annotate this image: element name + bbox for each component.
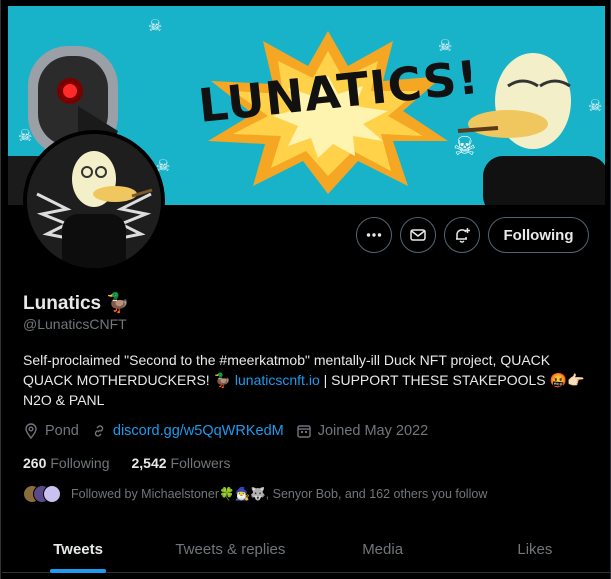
followers-label: Followers	[170, 455, 231, 471]
skull-icon: ☠	[438, 38, 453, 55]
message-button[interactable]	[400, 217, 436, 253]
skull-icon: ☠	[588, 98, 603, 115]
smoking-duck-graphic	[457, 53, 605, 205]
profile-name: Lunatics 🦆	[23, 293, 131, 314]
tab-label: Tweets & replies	[175, 541, 286, 558]
joined-text: Joined May 2022	[317, 423, 429, 439]
profile-bio: Self-proclaimed "Second to the #meerkatm…	[23, 350, 593, 410]
profile-tabs: Tweets Tweets & replies Media Likes	[2, 527, 611, 573]
profile-stats: 260 Following 2,542 Followers	[23, 455, 252, 471]
following-count: 260	[23, 455, 47, 471]
followers-stat[interactable]: 2,542 Followers	[132, 455, 231, 471]
more-icon	[366, 233, 382, 237]
duck-avatar-graphic	[27, 134, 161, 268]
skull-icon: ☠	[148, 18, 163, 35]
tab-label: Media	[362, 541, 404, 558]
bio-link[interactable]: lunaticscnft.io	[235, 372, 320, 388]
website: discord.gg/w5QqWRKedM	[91, 423, 284, 439]
profile-handle: @LunaticsCNFT	[23, 316, 127, 332]
active-tab-indicator	[50, 569, 107, 573]
tab-label: Tweets	[53, 541, 103, 558]
profile-frame: LUNATICS! ☠ ☠ ☠ ☠ ☠ ☠ Following Lunatics…	[0, 0, 611, 579]
message-icon	[410, 229, 426, 241]
tab-tweets[interactable]: Tweets	[2, 527, 154, 573]
calendar-icon	[296, 423, 312, 439]
tab-label: Likes	[517, 541, 553, 558]
skull-icon: ☠	[453, 131, 477, 161]
notify-icon	[456, 228, 470, 243]
tab-likes[interactable]: Likes	[459, 527, 611, 572]
tab-media[interactable]: Media	[307, 527, 459, 572]
profile-meta: Pond discord.gg/w5QqWRKedM Joined May 20…	[23, 423, 440, 439]
followed-by[interactable]: Followed by Michaelstoner🍀🧙‍♂️🐺, Senyor …	[23, 485, 487, 503]
link-icon	[91, 423, 107, 439]
followers-count: 2,542	[131, 455, 167, 471]
notify-button[interactable]	[444, 217, 480, 253]
following-button[interactable]: Following	[488, 217, 589, 253]
following-stat[interactable]: 260 Following	[23, 455, 110, 471]
avatar-image	[27, 134, 161, 268]
following-label: Following	[50, 455, 110, 471]
followed-by-text: Followed by Michaelstoner🍀🧙‍♂️🐺, Senyor …	[71, 486, 488, 501]
location: Pond	[23, 423, 79, 439]
location-text: Pond	[45, 423, 79, 439]
location-icon	[23, 423, 39, 439]
follower-avatar	[43, 485, 61, 503]
joined-date: Joined May 2022	[296, 423, 428, 439]
more-button[interactable]	[356, 217, 392, 253]
profile-avatar[interactable]	[23, 130, 165, 272]
skull-icon: ☠	[18, 128, 33, 145]
website-link[interactable]: discord.gg/w5QqWRKedM	[113, 423, 284, 439]
tab-tweets-replies[interactable]: Tweets & replies	[154, 527, 306, 572]
